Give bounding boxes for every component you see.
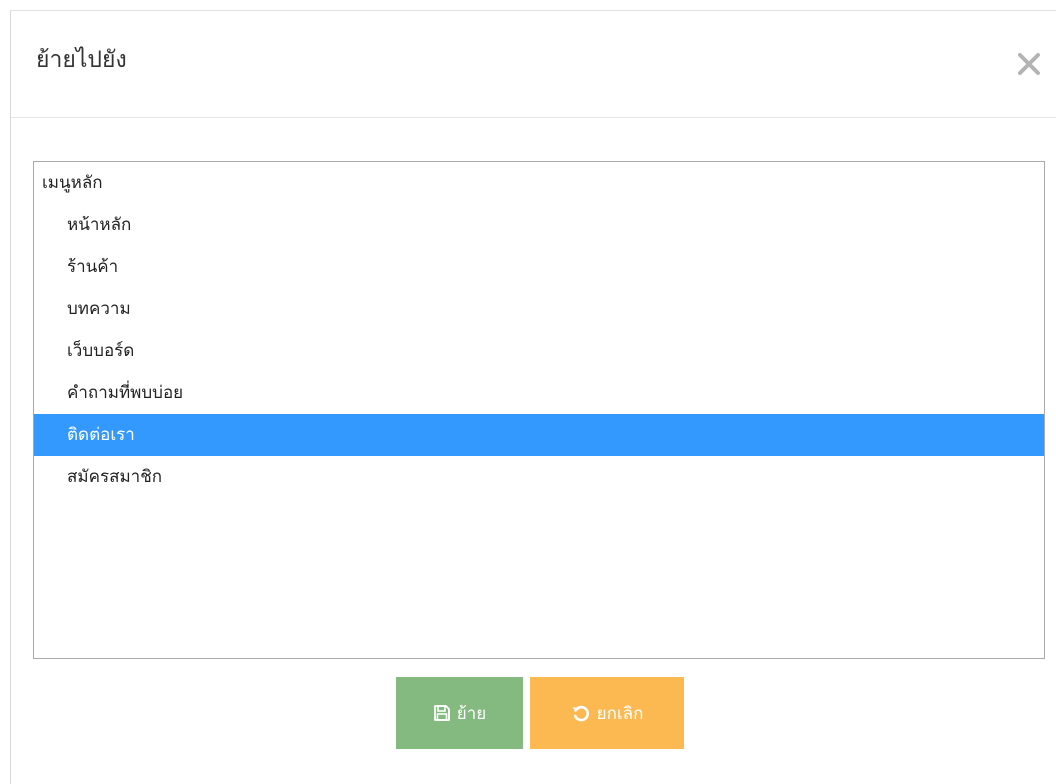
move-button-label: ย้าย bbox=[456, 703, 487, 724]
save-icon bbox=[433, 704, 451, 722]
dialog-actions: ย้าย ยกเลิก bbox=[11, 677, 1056, 749]
close-button[interactable] bbox=[1014, 49, 1044, 79]
cancel-button-label: ยกเลิก bbox=[596, 703, 644, 724]
dialog-header: ย้ายไปยัง bbox=[11, 11, 1056, 118]
close-icon bbox=[1014, 49, 1044, 79]
move-dialog: ย้ายไปยัง เมนูหลัก หน้าหลัก ร้านค้า บทคว… bbox=[10, 10, 1056, 784]
list-item-register[interactable]: สมัครสมาชิก bbox=[34, 456, 1044, 498]
menu-listbox[interactable]: เมนูหลัก หน้าหลัก ร้านค้า บทความ เว็บบอร… bbox=[33, 161, 1045, 659]
list-item-home[interactable]: หน้าหลัก bbox=[34, 204, 1044, 246]
list-item-articles[interactable]: บทความ bbox=[34, 288, 1044, 330]
list-item-webboard[interactable]: เว็บบอร์ด bbox=[34, 330, 1044, 372]
list-item-shop[interactable]: ร้านค้า bbox=[34, 246, 1044, 288]
list-item-contact-us[interactable]: ติดต่อเรา bbox=[34, 414, 1044, 456]
cancel-button[interactable]: ยกเลิก bbox=[530, 677, 684, 749]
move-button[interactable]: ย้าย bbox=[396, 677, 523, 749]
list-item-faq[interactable]: คำถามที่พบบ่อย bbox=[34, 372, 1044, 414]
dialog-title: ย้ายไปยัง bbox=[36, 47, 127, 73]
list-item-main-menu[interactable]: เมนูหลัก bbox=[34, 162, 1044, 204]
undo-icon bbox=[571, 703, 591, 723]
